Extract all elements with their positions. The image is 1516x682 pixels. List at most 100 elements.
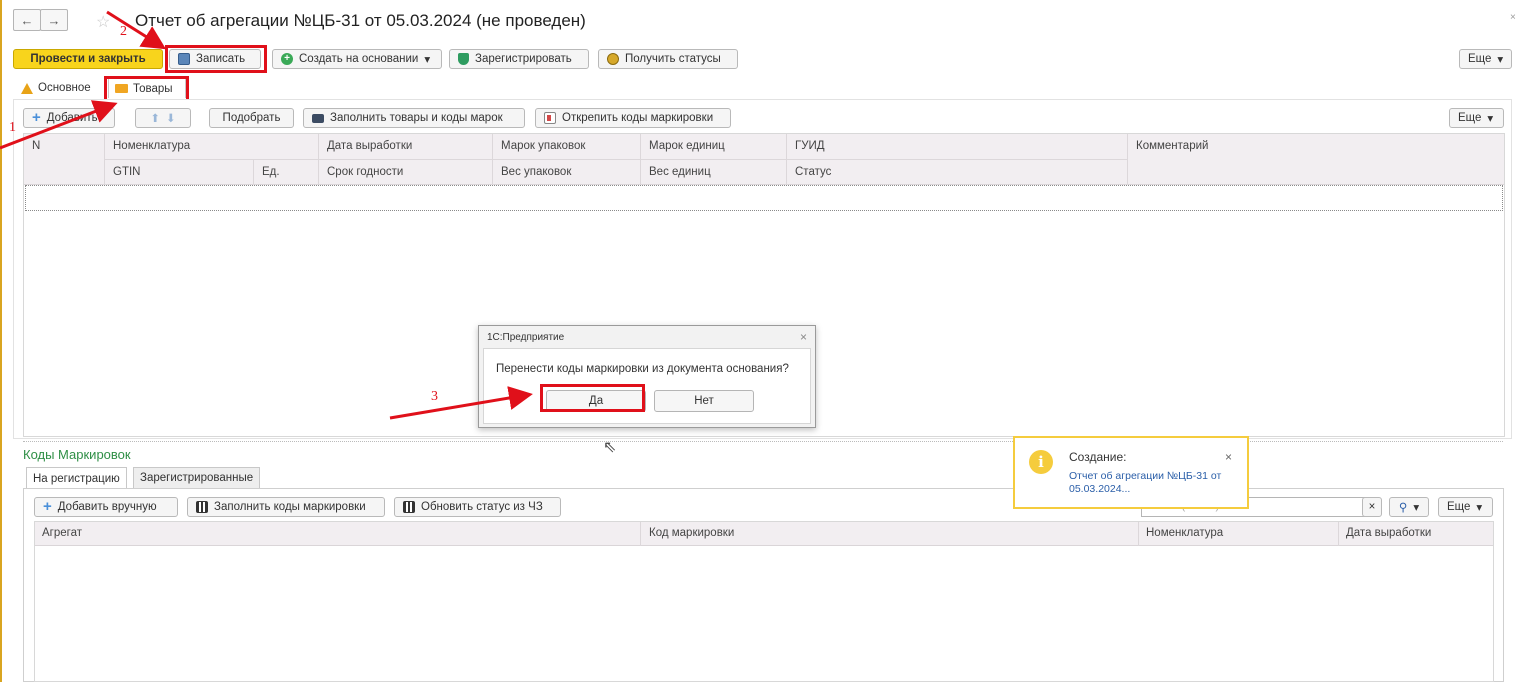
more-label: Еще [1468,53,1492,65]
chevron-down-icon: ▾ [1497,54,1504,66]
search-button[interactable]: ⚲ ▾ [1389,497,1429,517]
fill-codes-label: Заполнить коды маркировки [214,501,366,513]
dialog-message: Перенести коды маркировки из документа о… [496,363,789,375]
col-header-n[interactable]: N [32,140,40,152]
arrow-right-icon: → [47,12,61,28]
col-header-unit-marks[interactable]: Марок единиц [649,140,725,152]
confirm-dialog: 1С:Предприятие × Перенести коды маркиров… [478,325,816,428]
post-and-close-label: Провести и закрыть [30,53,146,65]
arrow-up-icon[interactable]: ⬆ [150,111,160,125]
scanner-icon [312,113,324,123]
chevron-down-icon: ▾ [424,54,431,66]
pick-label: Подобрать [222,112,281,124]
forward-button[interactable]: → [40,9,68,31]
codes-more-button[interactable]: Еще ▾ [1438,497,1493,517]
notification-title: Создание: [1069,450,1127,464]
col-divider [640,522,641,546]
codes-table-header [35,522,1493,546]
col-header-package-marks[interactable]: Марок упаковок [501,140,585,152]
header-divider [104,159,1127,160]
fill-goods-codes-button[interactable]: Заполнить товары и коды марок [303,108,525,128]
close-icon[interactable]: × [1225,450,1232,464]
col-header-aggregate[interactable]: Агрегат [42,527,82,539]
arrow-down-icon[interactable]: ⬇ [166,111,176,125]
search-icon: ⚲ [1398,502,1408,514]
col-header-gtin[interactable]: GTIN [113,166,140,178]
add-manual-button[interactable]: + Добавить вручную [34,497,178,517]
back-button[interactable]: ← [13,9,41,31]
highlight-yes [540,384,645,412]
col-header-production-date[interactable]: Дата выработки [1346,527,1431,539]
close-icon[interactable]: × [800,330,807,344]
qr-refresh-icon [403,501,415,513]
tab-to-register-label: На регистрацию [33,472,120,485]
move-buttons[interactable]: ⬆ ⬇ [135,108,191,128]
chevron-down-icon: ▾ [1413,502,1420,514]
col-header-guid[interactable]: ГУИД [795,140,825,152]
col-divider [492,134,493,185]
col-divider [318,134,319,185]
page-title: Отчет об агрегации №ЦБ-31 от 05.03.2024 … [135,11,586,30]
col-header-mark-code[interactable]: Код маркировки [649,527,734,539]
codes-more-label: Еще [1447,501,1471,513]
unpin-codes-label: Открепить коды маркировки [562,112,714,124]
unpin-codes-button[interactable]: Открепить коды маркировки [535,108,731,128]
get-statuses-button[interactable]: Получить статусы [598,49,738,69]
unpin-icon [544,112,556,124]
more-button[interactable]: Еще ▾ [1459,49,1512,69]
add-button[interactable]: + Добавить [23,108,115,128]
mouse-cursor-icon: ⇖ [603,439,617,456]
chevron-down-icon: ▾ [1487,113,1494,125]
col-header-expiry[interactable]: Срок годности [327,166,403,178]
notification-link[interactable]: Отчет об агрегации №ЦБ-31 от 05.03.2024.… [1069,470,1239,496]
highlight-save [165,45,267,73]
goods-more-label: Еще [1458,112,1482,124]
tab-registered-label: Зарегистрированные [140,472,254,484]
plus-icon: + [43,498,52,515]
create-based-button[interactable]: + Создать на основании ▾ [272,49,442,69]
tab-to-register[interactable]: На регистрацию [26,467,127,489]
register-button[interactable]: Зарегистрировать [449,49,589,69]
no-button[interactable]: Нет [654,390,754,412]
col-header-production-date[interactable]: Дата выработки [327,140,412,152]
dialog-title: 1С:Предприятие [487,332,565,343]
annotation-step2: 2 [120,24,127,39]
col-header-comment[interactable]: Комментарий [1136,140,1208,152]
post-and-close-button[interactable]: Провести и закрыть [13,49,163,69]
fill-codes-button[interactable]: Заполнить коды маркировки [187,497,385,517]
col-header-package-weight[interactable]: Вес упаковок [501,166,571,178]
col-divider [640,134,641,185]
plus-circle-icon: + [281,53,293,65]
close-icon[interactable]: × [1510,12,1516,23]
clear-search-button[interactable]: × [1362,497,1382,517]
tab-main[interactable]: Основное [15,78,97,98]
no-label: Нет [694,395,714,407]
annotation-step1: 1 [9,120,16,135]
qr-code-icon [196,501,208,513]
pick-button[interactable]: Подобрать [209,108,294,128]
window-edge [0,0,2,682]
section-title-codes: Коды Маркировок [23,447,131,462]
get-statuses-label: Получить статусы [625,53,721,65]
col-header-unit[interactable]: Ед. [262,166,280,178]
col-divider [786,134,787,185]
tab-registered[interactable]: Зарегистрированные [133,467,261,489]
col-header-nomenclature[interactable]: Номенклатура [1146,527,1223,539]
update-status-button[interactable]: Обновить статус из ЧЗ [394,497,561,517]
col-header-nomenclature[interactable]: Номенклатура [113,140,190,152]
update-status-label: Обновить статус из ЧЗ [421,501,543,513]
col-divider [104,134,105,185]
table-row[interactable] [25,185,1503,211]
plus-icon: + [32,109,41,126]
col-header-status[interactable]: Статус [795,166,831,178]
col-header-unit-weight[interactable]: Вес единиц [649,166,711,178]
annotation-step3: 3 [431,389,438,404]
add-manual-label: Добавить вручную [57,501,157,513]
goods-more-button[interactable]: Еще ▾ [1449,108,1504,128]
chevron-down-icon: ▾ [1476,502,1483,514]
info-icon: i [1029,450,1053,474]
close-icon: × [1368,501,1376,513]
col-divider [1127,134,1128,185]
dialog-body: Перенести коды маркировки из документа о… [483,348,811,424]
star-icon[interactable]: ☆ [96,12,110,32]
